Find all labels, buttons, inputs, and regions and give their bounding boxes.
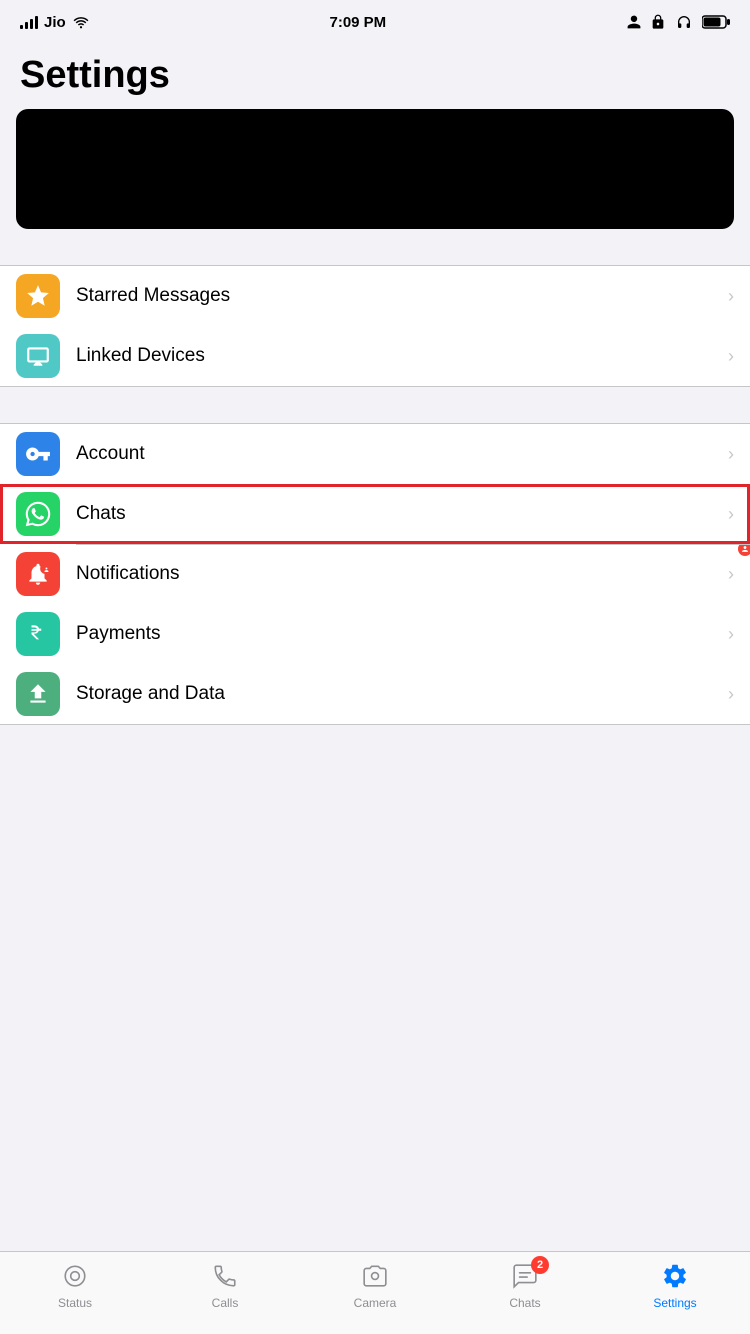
payments-icon-bg [16, 612, 60, 656]
starred-messages-label: Starred Messages [76, 285, 728, 307]
tab-calls[interactable]: Calls [185, 1260, 265, 1310]
tab-camera[interactable]: Camera [335, 1260, 415, 1310]
linked-devices-row[interactable]: Linked Devices › [0, 326, 750, 386]
settings-tab-icon [661, 1262, 689, 1290]
linked-devices-icon-bg [16, 334, 60, 378]
chats-label: Chats [76, 503, 728, 525]
tab-camera-label: Camera [354, 1296, 397, 1310]
battery-icon [702, 15, 730, 29]
tab-chats-icon-wrap: 2 [503, 1260, 547, 1292]
star-icon [25, 283, 51, 309]
chats-icon-bg [16, 492, 60, 536]
camera-tab-icon [361, 1263, 389, 1289]
account-label: Account [76, 443, 728, 465]
monitor-icon [25, 343, 51, 369]
payments-chevron: › [728, 624, 734, 645]
page-title-area: Settings [0, 44, 750, 109]
payments-row[interactable]: Payments › [0, 604, 750, 664]
tab-settings-icon-wrap [653, 1260, 697, 1292]
calls-tab-icon [212, 1263, 238, 1289]
storage-data-chevron: › [728, 684, 734, 705]
section-gap-1 [0, 229, 750, 265]
key-icon [25, 441, 51, 467]
payments-label: Payments [76, 623, 728, 645]
settings-section-1: Starred Messages › Linked Devices › [0, 265, 750, 387]
status-right [626, 14, 730, 30]
lock-icon [650, 14, 666, 30]
whatsapp-icon [24, 500, 52, 528]
upload-icon [25, 681, 51, 707]
tab-chats[interactable]: 2 Chats [485, 1260, 565, 1310]
starred-messages-row[interactable]: Starred Messages › [0, 266, 750, 326]
notifications-label: Notifications [76, 563, 728, 585]
storage-data-row[interactable]: Storage and Data › [0, 664, 750, 724]
notifications-chevron: › [728, 564, 734, 585]
tab-settings-label: Settings [653, 1296, 696, 1310]
tab-status-icon-wrap [53, 1260, 97, 1292]
notifications-icon-bg [16, 552, 60, 596]
bell-icon [25, 561, 51, 587]
notifications-row[interactable]: Notifications › [0, 544, 750, 604]
account-chevron: › [728, 444, 734, 465]
signal-bars-icon [20, 15, 38, 29]
storage-data-label: Storage and Data [76, 683, 728, 705]
linked-devices-chevron: › [728, 346, 734, 367]
status-time: 7:09 PM [329, 14, 386, 31]
status-bar: Jio 7:09 PM [0, 0, 750, 44]
tab-calls-icon-wrap [203, 1260, 247, 1292]
status-left: Jio [20, 14, 90, 31]
account-icon-bg [16, 432, 60, 476]
chats-row[interactable]: Chats › [0, 484, 750, 544]
account-row[interactable]: Account › [0, 424, 750, 484]
linked-devices-label: Linked Devices [76, 345, 728, 367]
tab-status-label: Status [58, 1296, 92, 1310]
chats-tab-badge: 2 [531, 1256, 549, 1274]
tab-chats-label: Chats [509, 1296, 540, 1310]
storage-data-icon-bg [16, 672, 60, 716]
tab-status[interactable]: Status [35, 1260, 115, 1310]
status-tab-icon [62, 1263, 88, 1289]
settings-section-2: Account › Chats › [0, 423, 750, 725]
tab-bar: Status Calls Camera 2 Chats [0, 1251, 750, 1334]
starred-messages-chevron: › [728, 286, 734, 307]
tab-calls-label: Calls [212, 1296, 239, 1310]
wifi-icon [72, 15, 90, 29]
carrier-label: Jio [44, 14, 66, 31]
starred-messages-icon-bg [16, 274, 60, 318]
profile-card[interactable] [16, 109, 734, 229]
main-content: Settings Starred Messages › Linked Devic… [0, 44, 750, 815]
rupee-icon [25, 621, 51, 647]
chats-chevron: › [728, 504, 734, 525]
section-gap-2 [0, 387, 750, 423]
tab-settings[interactable]: Settings [635, 1260, 715, 1310]
person-icon [626, 14, 642, 30]
tab-camera-icon-wrap [353, 1260, 397, 1292]
page-title: Settings [20, 54, 730, 97]
headphones-icon [674, 14, 694, 30]
